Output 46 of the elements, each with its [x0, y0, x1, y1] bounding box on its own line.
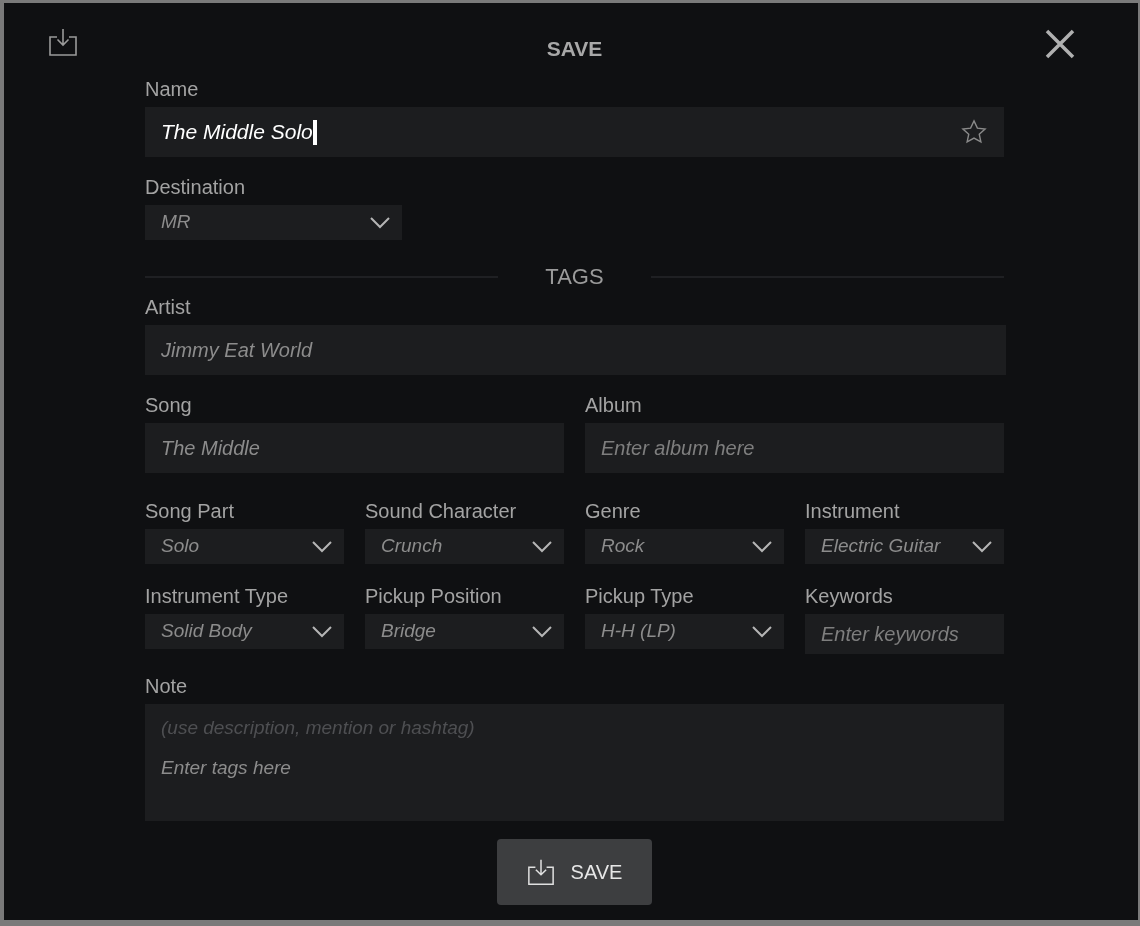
dropdown[interactable]: Solo [145, 529, 344, 564]
field-label: Note [145, 674, 189, 698]
name-value: The Middle Solo [161, 119, 313, 146]
field-label: Artist [145, 295, 192, 319]
chevron-down-icon [752, 540, 772, 553]
download-icon [526, 858, 555, 886]
name-field[interactable]: The Middle Solo [145, 107, 1004, 157]
save-button[interactable]: SAVE [497, 839, 652, 905]
section-heading: TAGS [544, 263, 605, 291]
field-label: Pickup Position [365, 584, 503, 608]
chevron-down-icon [532, 540, 552, 553]
text-field[interactable]: Enter keywords [805, 614, 1004, 654]
chevron-down-icon [752, 625, 772, 638]
field-label: Name [145, 77, 200, 101]
dropdown[interactable]: Crunch [365, 529, 564, 564]
dropdown[interactable]: H-H (LP) [585, 614, 784, 649]
download-button[interactable] [48, 27, 78, 57]
download-icon [48, 27, 78, 57]
star-icon[interactable] [960, 118, 988, 146]
field-label: Song Part [145, 499, 235, 523]
dropdown[interactable]: MR [145, 205, 402, 240]
close-icon [1044, 28, 1076, 60]
text-cursor [312, 119, 317, 145]
field-label: Sound Character [365, 499, 518, 523]
chevron-down-icon [532, 625, 552, 638]
field-label: Instrument [805, 499, 901, 523]
chevron-down-icon [312, 540, 332, 553]
text-field[interactable]: Enter album here [585, 423, 1004, 473]
dropdown[interactable]: Electric Guitar [805, 529, 1004, 564]
field-label: Genre [585, 499, 642, 523]
text-field[interactable]: Jimmy Eat World [145, 325, 1006, 375]
chevron-down-icon [972, 540, 992, 553]
field-label: Keywords [805, 584, 894, 608]
dropdown[interactable]: Bridge [365, 614, 564, 649]
dropdown[interactable]: Rock [585, 529, 784, 564]
close-button[interactable] [1044, 28, 1076, 60]
chevron-down-icon [370, 216, 390, 229]
text-field[interactable]: The Middle [145, 423, 564, 473]
dialog-title: SAVE [545, 37, 604, 61]
field-label: Pickup Type [585, 584, 695, 608]
field-label: Album [585, 393, 643, 417]
chevron-down-icon [312, 625, 332, 638]
field-label: Instrument Type [145, 584, 290, 608]
field-label: Destination [145, 175, 247, 199]
dropdown[interactable]: Solid Body [145, 614, 344, 649]
field-label: Song [145, 393, 193, 417]
